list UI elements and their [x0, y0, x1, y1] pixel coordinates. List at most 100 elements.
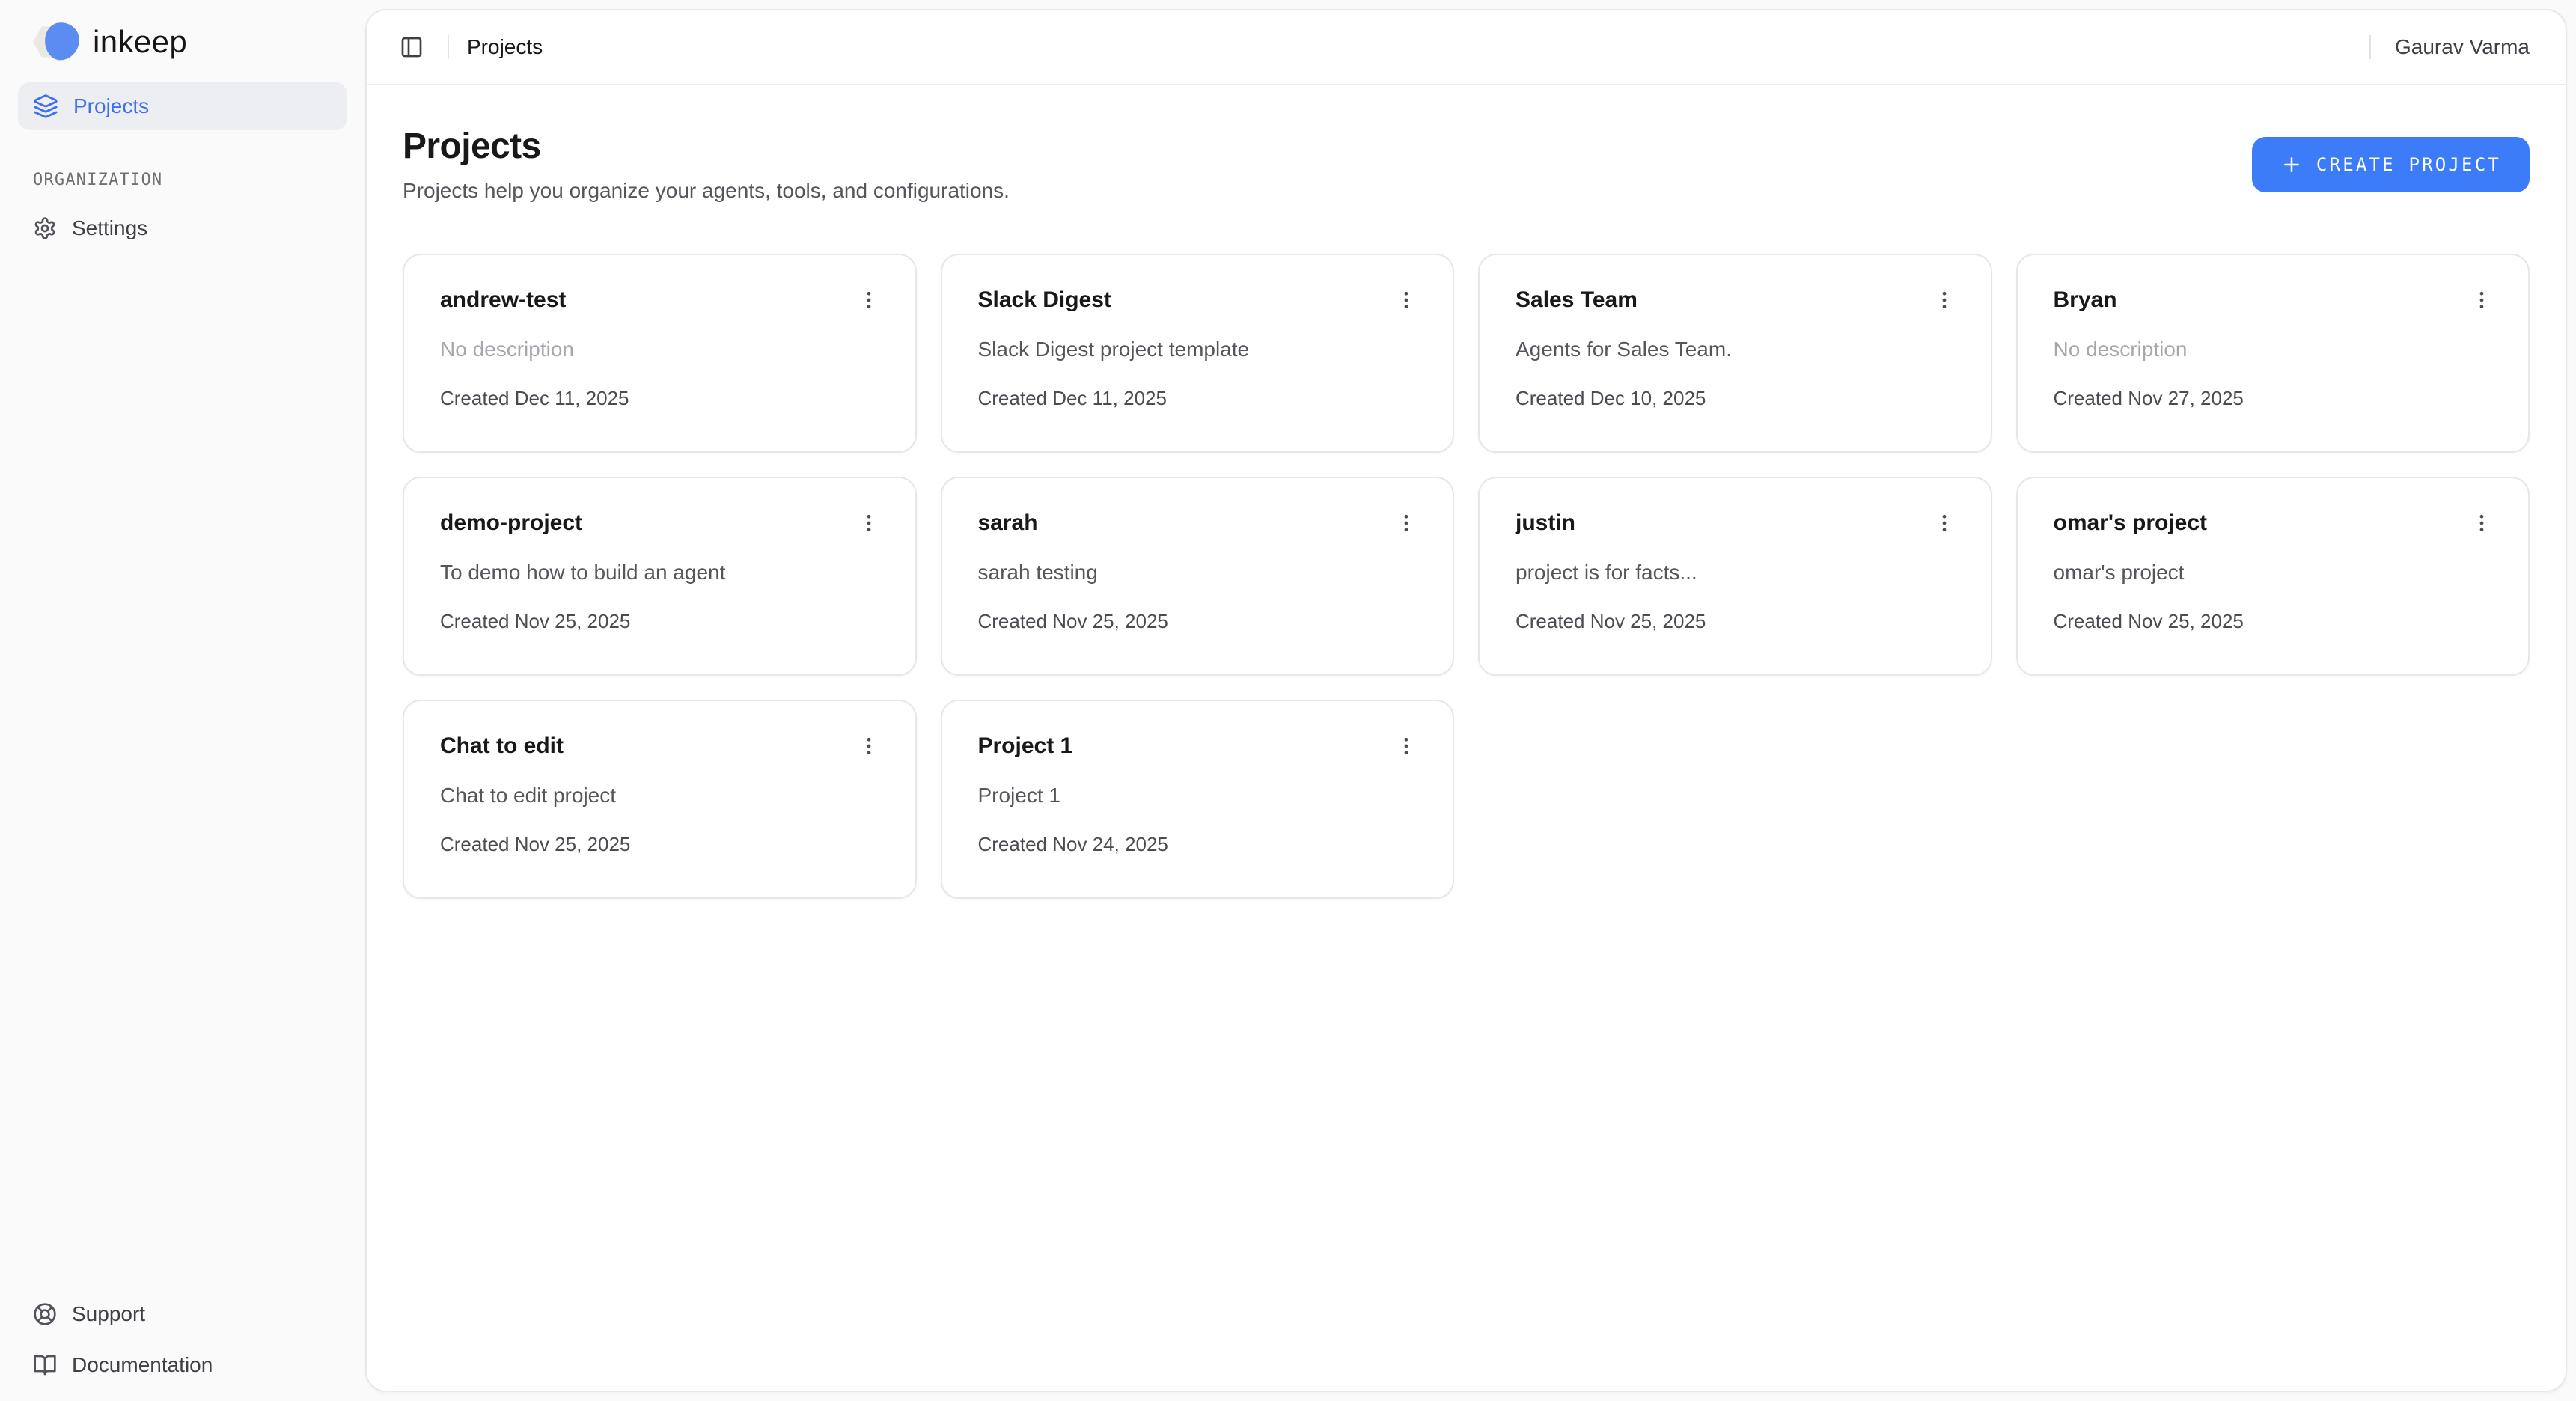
- card-menu-button[interactable]: [2465, 284, 2498, 317]
- project-description: No description: [440, 338, 879, 361]
- project-title: Slack Digest: [978, 287, 1111, 313]
- book-open-icon: [33, 1353, 57, 1377]
- kebab-menu-icon: [1395, 735, 1417, 757]
- kebab-menu-icon: [2470, 289, 2493, 311]
- project-card-header: Sales Team: [1516, 284, 1955, 317]
- sidebar-section-label: ORGANIZATION: [33, 171, 365, 189]
- header-right: Gaurav Varma: [2369, 35, 2530, 59]
- kebab-menu-icon: [1933, 289, 1956, 311]
- brand-wordmark: inkeep: [93, 24, 187, 60]
- project-description: project is for facts...: [1516, 561, 1955, 584]
- project-card[interactable]: omar's project omar's project Created No…: [2016, 477, 2530, 676]
- card-menu-button[interactable]: [852, 730, 885, 763]
- main-panel: Projects Gaurav Varma Projects Projects …: [365, 9, 2567, 1392]
- project-description: sarah testing: [978, 561, 1417, 584]
- project-card[interactable]: Chat to edit Chat to edit project Create…: [403, 700, 917, 899]
- project-card[interactable]: Project 1 Project 1 Created Nov 24, 2025: [941, 700, 1455, 899]
- kebab-menu-icon: [2470, 512, 2493, 534]
- sidebar-item-label: Settings: [72, 216, 147, 240]
- life-buoy-icon: [33, 1302, 57, 1326]
- project-title: Project 1: [978, 733, 1073, 759]
- project-created-date: Created Nov 25, 2025: [440, 610, 879, 633]
- project-created-date: Created Dec 10, 2025: [1516, 387, 1955, 410]
- project-card[interactable]: Slack Digest Slack Digest project templa…: [941, 254, 1455, 453]
- sidebar-toggle-button[interactable]: [391, 26, 433, 68]
- layers-icon: [33, 94, 58, 119]
- sidebar-item-label: Documentation: [72, 1353, 213, 1377]
- project-card-header: justin: [1516, 507, 1955, 540]
- create-project-button[interactable]: CREATE PROJECT: [2252, 137, 2530, 192]
- card-menu-button[interactable]: [1928, 507, 1961, 540]
- sidebar-item-label: Support: [72, 1302, 145, 1326]
- project-card[interactable]: demo-project To demo how to build an age…: [403, 477, 917, 676]
- card-menu-button[interactable]: [1390, 507, 1423, 540]
- project-created-date: Created Nov 24, 2025: [978, 833, 1417, 856]
- project-title: Sales Team: [1516, 287, 1638, 313]
- sidebar-item-documentation[interactable]: Documentation: [18, 1341, 347, 1389]
- card-menu-button[interactable]: [1928, 284, 1961, 317]
- header-divider: [448, 35, 449, 59]
- create-project-label: CREATE PROJECT: [2316, 154, 2501, 175]
- card-menu-button[interactable]: [852, 284, 885, 317]
- project-description: To demo how to build an agent: [440, 561, 879, 584]
- project-description: omar's project: [2054, 561, 2493, 584]
- project-created-date: Created Dec 11, 2025: [440, 387, 879, 410]
- project-card[interactable]: justin project is for facts... Created N…: [1478, 477, 1992, 676]
- app-root: inkeep Projects ORGANIZATION Settings: [0, 0, 2576, 1401]
- panel-left-icon: [400, 35, 424, 59]
- kebab-menu-icon: [858, 735, 880, 757]
- project-description: Slack Digest project template: [978, 338, 1417, 361]
- card-menu-button[interactable]: [1390, 284, 1423, 317]
- project-title: Bryan: [2054, 287, 2117, 313]
- sidebar-organization-group: Settings: [0, 189, 365, 252]
- project-created-date: Created Nov 25, 2025: [440, 833, 879, 856]
- sidebar-footer: Support Documentation: [0, 1290, 365, 1401]
- page-title: Projects: [403, 126, 1010, 167]
- gear-icon: [33, 216, 57, 240]
- sidebar-item-support[interactable]: Support: [18, 1290, 347, 1338]
- project-description: Project 1: [978, 784, 1417, 808]
- project-card-header: demo-project: [440, 507, 879, 540]
- header-divider: [2369, 35, 2371, 59]
- sidebar-item-projects[interactable]: Projects: [18, 82, 347, 130]
- project-created-date: Created Nov 25, 2025: [978, 610, 1417, 633]
- page-header-text: Projects Projects help you organize your…: [403, 126, 1010, 203]
- page-subtitle: Projects help you organize your agents, …: [403, 179, 1010, 203]
- projects-grid: andrew-test No description Created Dec 1…: [403, 254, 2530, 899]
- project-title: andrew-test: [440, 287, 566, 313]
- brand-logo[interactable]: inkeep: [33, 22, 187, 61]
- project-title: demo-project: [440, 510, 582, 536]
- project-title: Chat to edit: [440, 733, 564, 759]
- inkeep-logo-icon: [33, 22, 79, 61]
- project-card-header: Chat to edit: [440, 730, 879, 763]
- top-header: Projects Gaurav Varma: [367, 10, 2566, 85]
- user-menu[interactable]: Gaurav Varma: [2395, 35, 2530, 59]
- project-card-header: andrew-test: [440, 284, 879, 317]
- kebab-menu-icon: [858, 512, 880, 534]
- kebab-menu-icon: [1395, 289, 1417, 311]
- project-created-date: Created Nov 27, 2025: [2054, 387, 2493, 410]
- project-created-date: Created Dec 11, 2025: [978, 387, 1417, 410]
- project-card[interactable]: Bryan No description Created Nov 27, 202…: [2016, 254, 2530, 453]
- project-title: omar's project: [2054, 510, 2208, 536]
- card-menu-button[interactable]: [852, 507, 885, 540]
- project-created-date: Created Nov 25, 2025: [2054, 610, 2493, 633]
- project-card[interactable]: sarah sarah testing Created Nov 25, 2025: [941, 477, 1455, 676]
- project-card-header: Bryan: [2054, 284, 2493, 317]
- project-card[interactable]: Sales Team Agents for Sales Team. Create…: [1478, 254, 1992, 453]
- breadcrumb: Projects: [467, 35, 543, 59]
- sidebar: inkeep Projects ORGANIZATION Settings: [0, 0, 365, 1401]
- project-card-header: Project 1: [978, 730, 1417, 763]
- card-menu-button[interactable]: [2465, 507, 2498, 540]
- project-created-date: Created Nov 25, 2025: [1516, 610, 1955, 633]
- project-card-header: Slack Digest: [978, 284, 1417, 317]
- project-title: justin: [1516, 510, 1575, 536]
- project-card-header: omar's project: [2054, 507, 2493, 540]
- plus-icon: [2280, 153, 2303, 176]
- kebab-menu-icon: [1395, 512, 1417, 534]
- project-card[interactable]: andrew-test No description Created Dec 1…: [403, 254, 917, 453]
- sidebar-nav: Projects: [0, 61, 365, 130]
- card-menu-button[interactable]: [1390, 730, 1423, 763]
- sidebar-item-settings[interactable]: Settings: [18, 204, 347, 252]
- project-description: Chat to edit project: [440, 784, 879, 808]
